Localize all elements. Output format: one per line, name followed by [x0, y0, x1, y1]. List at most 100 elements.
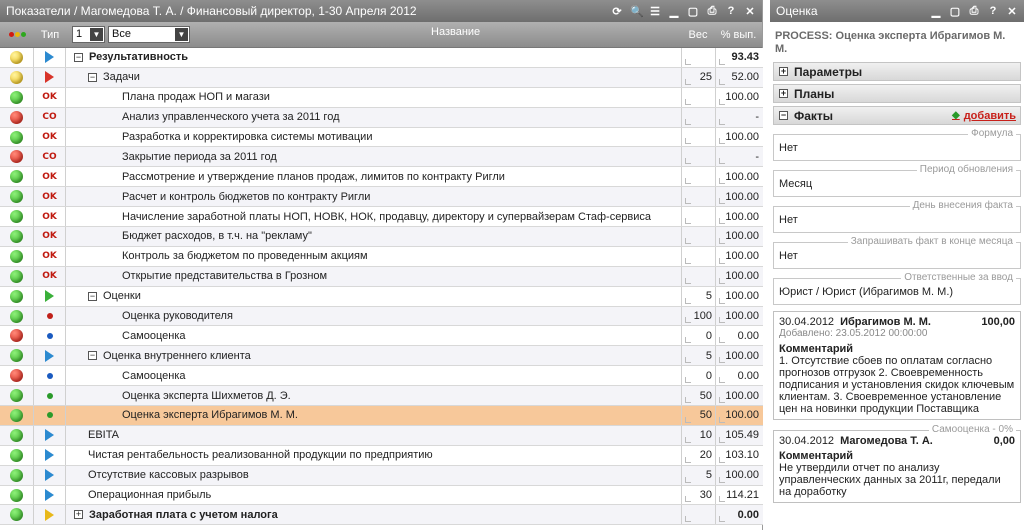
collapse-icon[interactable]: −: [88, 72, 97, 82]
collapse-icon[interactable]: −: [74, 52, 83, 62]
table-row[interactable]: OK Плана продаж НОП и магази 100.00: [0, 87, 763, 108]
plans-section[interactable]: + Планы: [773, 84, 1021, 103]
fact-field[interactable]: Формула Нет: [773, 128, 1021, 161]
search-icon[interactable]: 🔍: [630, 5, 644, 18]
fact-field[interactable]: Запрашивать факт в конце месяца Нет: [773, 236, 1021, 269]
status-green-icon: [10, 428, 23, 442]
status-cell: [0, 306, 34, 326]
status-red-icon: [10, 329, 23, 343]
minimize-icon[interactable]: ▁: [668, 5, 680, 18]
row-name: Оценка эксперта Шихметов Д. Э.: [122, 389, 291, 402]
ok-badge: OK: [42, 132, 57, 142]
name-cell: Рассмотрение и утверждение планов продаж…: [66, 167, 682, 187]
table-row[interactable]: Самооценка 0 0.00: [0, 326, 763, 347]
refresh-icon[interactable]: ⟳: [611, 5, 623, 18]
filter-select[interactable]: Все ▼: [108, 25, 190, 43]
table-row[interactable]: OK Начисление заработной платы НОП, НОВК,…: [0, 207, 763, 228]
evaluation-toolbar: ▁ ▢ ⎙? ✕: [930, 5, 1018, 18]
chevron-down-icon: ▼: [175, 27, 188, 41]
row-name: Оценки: [103, 290, 141, 303]
percent-cell: 114.21: [716, 486, 763, 505]
fact-fields: Формула Нет Период обновления Месяц День вне…: [773, 128, 1021, 305]
expand-icon[interactable]: +: [779, 89, 788, 98]
fact-field[interactable]: День внесения факта Нет: [773, 200, 1021, 233]
row-name: Заработная плата с учетом налога: [89, 508, 278, 521]
fact-author: Магомедова Т. А.: [840, 435, 933, 447]
list-icon[interactable]: ☰: [649, 5, 661, 18]
close-icon[interactable]: ✕: [744, 5, 756, 18]
name-cell: − Оценка внутреннего клиента: [66, 346, 682, 366]
status-cell: [0, 346, 34, 366]
co-badge: CO: [42, 112, 57, 123]
table-row[interactable]: − Оценка внутреннего клиента 5 100.00: [0, 346, 763, 367]
percent-cell: 100.00: [716, 267, 763, 286]
table-row[interactable]: − Задачи 25 52.00: [0, 67, 763, 88]
weight-cell: 50: [682, 406, 716, 425]
minimize-icon[interactable]: ▁: [930, 5, 942, 18]
status-cell: [0, 207, 34, 227]
table-row[interactable]: EBITA 10 105.49: [0, 425, 763, 446]
facts-section[interactable]: − Факты ◆ добавить: [773, 106, 1021, 125]
status-cell: [0, 246, 34, 266]
fact-added-date: Добавлено: 23.05.2012 00:00:00: [779, 328, 928, 339]
status-yellow-icon: [10, 70, 23, 84]
percent-cell: 0.00: [716, 326, 763, 345]
table-row[interactable]: Самооценка 0 0.00: [0, 366, 763, 387]
table-row[interactable]: Отсутствие кассовых разрывов 5 100.00: [0, 465, 763, 486]
table-row[interactable]: OK Расчет и контроль бюджетов по контракт…: [0, 187, 763, 208]
maximize-icon[interactable]: ▢: [949, 5, 961, 18]
table-row[interactable]: CO Анализ управленческого учета за 2011 г…: [0, 107, 763, 128]
play-blue-icon: [45, 489, 54, 502]
print-icon[interactable]: ⎙: [706, 5, 718, 18]
weight-column-header[interactable]: Вес: [681, 29, 715, 41]
type-cell: [34, 425, 66, 445]
type-cell: OK: [34, 87, 66, 107]
maximize-icon[interactable]: ▢: [687, 5, 699, 18]
expand-icon[interactable]: +: [74, 510, 83, 520]
percent-cell: 100.00: [716, 227, 763, 246]
table-row[interactable]: Оценка эксперта Шихметов Д. Э. 50 100.00: [0, 386, 763, 407]
expand-icon[interactable]: +: [779, 67, 788, 76]
fact-header: 30.04.2012 Магомедова Т. А. 0,00: [779, 435, 1015, 447]
table-row[interactable]: − Оценки 5 100.00: [0, 286, 763, 307]
table-row[interactable]: Оценка эксперта Ибрагимов М. М. 50 100.00: [0, 406, 763, 426]
indicators-title: Показатели / Магомедова Т. А. / Финансов…: [6, 4, 417, 18]
indicators-titlebar: Показатели / Магомедова Т. А. / Финансов…: [0, 0, 762, 22]
table-row[interactable]: OK Бюджет расходов, в т.ч. на "рекламу" 10…: [0, 227, 763, 247]
close-icon[interactable]: ✕: [1006, 5, 1018, 18]
table-row[interactable]: CO Закрытие периода за 2011 год -: [0, 147, 763, 168]
name-header-label[interactable]: Название: [431, 26, 480, 38]
help-icon[interactable]: ?: [987, 5, 999, 17]
help-icon[interactable]: ?: [725, 5, 737, 17]
ok-badge: OK: [42, 92, 57, 103]
table-row[interactable]: OK Открытие представительства в Грозном 10…: [0, 266, 763, 287]
collapse-icon[interactable]: −: [88, 291, 97, 301]
fact-field[interactable]: Ответственные за ввод Юрист / Юрист (Ибра…: [773, 272, 1021, 305]
table-row[interactable]: Чистая рентабельность реализованной прод…: [0, 445, 763, 466]
status-cell: [0, 406, 34, 425]
fact-value: 0,00: [993, 435, 1015, 447]
print-icon[interactable]: ⎙: [968, 5, 980, 18]
type-cell: OK: [34, 246, 66, 266]
table-row[interactable]: + Заработная плата с учетом налога 0.00: [0, 505, 763, 526]
add-fact-link[interactable]: ◆ добавить: [952, 110, 1016, 122]
table-row[interactable]: Оценка руководителя 100 100.00: [0, 306, 763, 327]
field-label: День внесения факта: [909, 200, 1016, 211]
table-row[interactable]: OK Разработка и корректировка системы мот…: [0, 127, 763, 148]
collapse-icon[interactable]: −: [779, 111, 788, 120]
collapse-icon[interactable]: −: [88, 351, 97, 361]
fact-field[interactable]: Период обновления Месяц: [773, 164, 1021, 197]
params-section[interactable]: + Параметры: [773, 62, 1021, 81]
percent-cell: 100.00: [716, 287, 763, 306]
table-row[interactable]: OK Контроль за бюджетом по проведенным ак…: [0, 246, 763, 267]
table-row[interactable]: Операционная прибыль 30 114.21: [0, 485, 763, 506]
name-cell: Самооценка: [66, 326, 682, 346]
table-row[interactable]: − Результативность 93.43: [0, 48, 763, 68]
table-row[interactable]: OK Рассмотрение и утверждение планов прод…: [0, 167, 763, 188]
fact-entry[interactable]: 30.04.2012 Ибрагимов М. М. 100,00 Добавлено…: [773, 311, 1021, 420]
type-cell: CO: [34, 147, 66, 167]
type-column-header[interactable]: Тип: [34, 29, 66, 41]
fact-entry[interactable]: Самооценка - 0% 30.04.2012 Магомедова Т. А…: [773, 424, 1021, 503]
percent-column-header[interactable]: % вып.: [715, 29, 762, 41]
level-select[interactable]: 1 ▼: [72, 25, 105, 43]
